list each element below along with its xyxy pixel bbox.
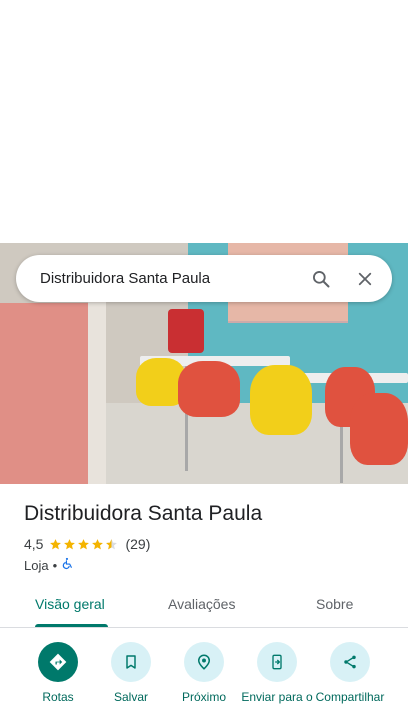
search-query[interactable]: Distribuidora Santa Paula: [16, 270, 304, 287]
photo-chair: [350, 393, 408, 465]
category-row: Loja •: [24, 557, 74, 573]
nearby-icon[interactable]: [184, 642, 224, 682]
send-to-phone-icon[interactable]: [257, 642, 297, 682]
directions-icon[interactable]: [38, 642, 78, 682]
star-half-icon: [106, 538, 118, 549]
share-icon[interactable]: [330, 642, 370, 682]
photo-gumball-machine: [168, 309, 204, 353]
star-full-icon: [50, 538, 62, 549]
place-category: Loja: [24, 557, 49, 573]
send-to-phone-button[interactable]: Enviar para o: [240, 642, 314, 704]
search-icon[interactable]: [304, 262, 338, 296]
directions-button[interactable]: Rotas: [21, 642, 95, 704]
tab-about[interactable]: Sobre: [316, 596, 353, 612]
tab-reviews[interactable]: Avaliações: [168, 596, 235, 612]
nearby-button[interactable]: Próximo: [167, 642, 241, 704]
star-rating: [49, 538, 119, 551]
close-icon[interactable]: [348, 262, 382, 296]
tab-overview[interactable]: Visão geral: [35, 596, 105, 612]
photo-chair: [178, 361, 240, 417]
wheelchair-icon: [61, 557, 74, 573]
star-full-icon: [78, 538, 90, 549]
review-count[interactable]: (29): [125, 536, 150, 552]
share-label: Compartilhar: [315, 690, 385, 704]
active-tab-indicator: [35, 624, 108, 627]
place-title: Distribuidora Santa Paula: [24, 502, 263, 525]
send-to-phone-label: Enviar para o: [241, 690, 313, 704]
photo-chair: [250, 365, 312, 435]
separator-dot: •: [52, 557, 58, 573]
search-bar[interactable]: Distribuidora Santa Paula: [16, 255, 392, 302]
tab-bar: Visão geral Avaliações Sobre: [0, 584, 408, 628]
save-label: Salvar: [113, 690, 148, 704]
photo-frame: [88, 295, 106, 484]
save-button[interactable]: Salvar: [94, 642, 168, 704]
star-full-icon: [64, 538, 76, 549]
bookmark-icon[interactable]: [111, 642, 151, 682]
star-full-icon: [92, 538, 104, 549]
rating-value: 4,5: [24, 536, 44, 552]
photo-curtain: [0, 303, 95, 484]
rating-row[interactable]: 4,5 (29): [24, 536, 150, 552]
share-button[interactable]: Compartilhar: [313, 642, 387, 704]
directions-label: Rotas: [42, 690, 74, 704]
nearby-label: Próximo: [181, 690, 226, 704]
